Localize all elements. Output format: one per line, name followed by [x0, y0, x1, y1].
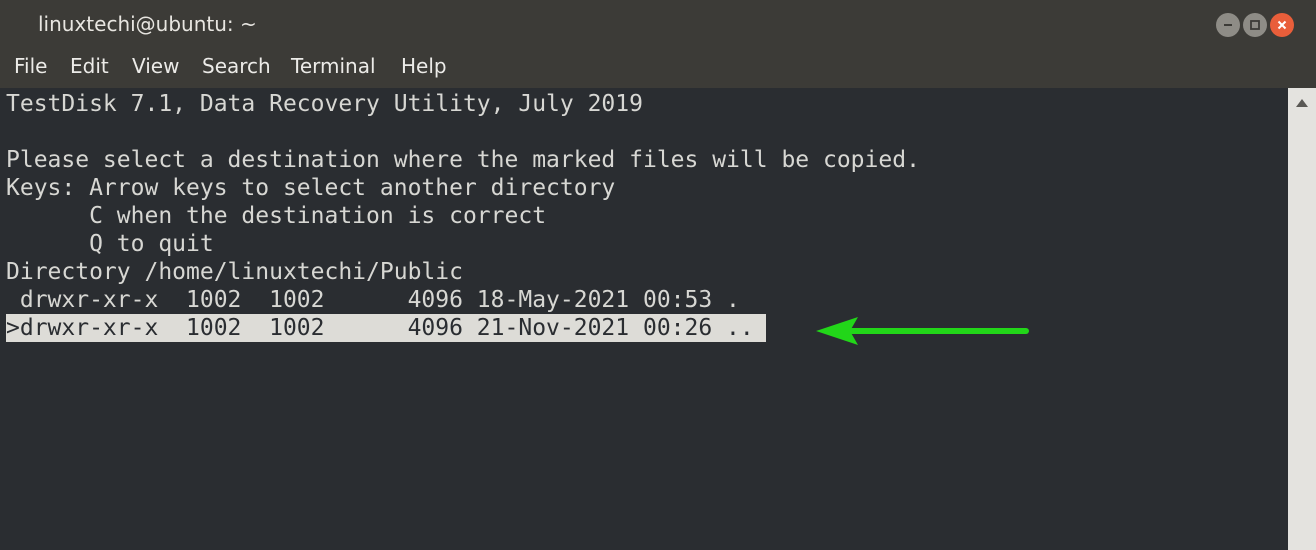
scrollbar[interactable]	[1288, 88, 1316, 550]
maximize-button[interactable]	[1243, 13, 1267, 37]
menu-bar: File Edit View Search Terminal Help	[0, 48, 1316, 88]
menu-view[interactable]: View	[132, 54, 179, 78]
terminal-line-instruction: Please select a destination where the ma…	[6, 147, 920, 173]
maximize-icon	[1250, 20, 1260, 30]
menu-help[interactable]: Help	[401, 54, 447, 78]
scroll-up-button[interactable]	[1291, 90, 1313, 116]
title-bar[interactable]: linuxtechi@ubuntu: ~	[0, 0, 1316, 48]
menu-search[interactable]: Search	[202, 54, 271, 78]
menu-file[interactable]: File	[14, 54, 47, 78]
terminal-line-keys: Keys: Arrow keys to select another direc…	[6, 175, 616, 201]
minimize-button[interactable]	[1216, 13, 1240, 37]
chevron-up-icon	[1296, 99, 1308, 107]
minimize-icon	[1224, 24, 1232, 26]
terminal-line-key-q: Q to quit	[6, 231, 214, 257]
close-button[interactable]	[1270, 13, 1294, 37]
menu-edit[interactable]: Edit	[70, 54, 109, 78]
close-icon	[1277, 20, 1287, 30]
terminal-content[interactable]: TestDisk 7.1, Data Recovery Utility, Jul…	[0, 88, 1288, 550]
arrow-left-icon	[816, 317, 1029, 345]
directory-entry-current[interactable]: drwxr-xr-x 1002 1002 4096 18-May-2021 00…	[6, 286, 740, 314]
directory-entry-parent-selected[interactable]: >drwxr-xr-x 1002 1002 4096 21-Nov-2021 0…	[6, 314, 766, 342]
window-title: linuxtechi@ubuntu: ~	[38, 12, 257, 36]
terminal-line-key-c: C when the destination is correct	[6, 203, 547, 229]
terminal-window: linuxtechi@ubuntu: ~ File Edit View Sear…	[0, 0, 1316, 550]
terminal-line-directory: Directory /home/linuxtechi/Public	[6, 259, 463, 285]
terminal-line-app-header: TestDisk 7.1, Data Recovery Utility, Jul…	[6, 91, 643, 117]
menu-terminal[interactable]: Terminal	[291, 54, 376, 78]
